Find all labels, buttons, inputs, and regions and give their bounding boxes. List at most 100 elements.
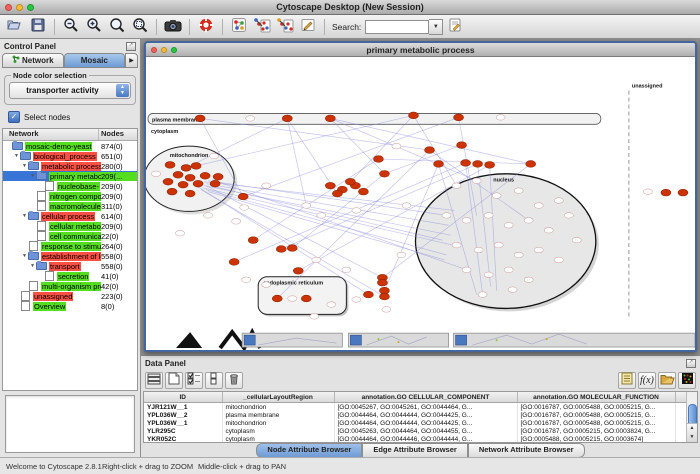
table-row[interactable]: YKR052Ccytoplasm[GO:0044464, GO:0044446,… [144, 435, 690, 443]
tree-row[interactable]: ▼biological_process651(0) [3, 151, 137, 161]
network-node-selected[interactable] [276, 246, 286, 253]
attribute-table-button[interactable] [145, 372, 163, 389]
network-node[interactable] [327, 302, 336, 308]
import-attributes-button[interactable] [658, 372, 676, 389]
snapshot-button[interactable] [162, 17, 184, 37]
network-node[interactable] [240, 205, 249, 211]
network-node[interactable] [484, 213, 493, 219]
tab-network-attribute-browser[interactable]: Network Attribute Browser [468, 443, 585, 458]
tree-row[interactable]: cell communicat22(0) [3, 231, 137, 241]
network-manager-button[interactable] [228, 17, 250, 37]
zoom-out-button[interactable] [60, 17, 82, 37]
network-node[interactable] [492, 193, 501, 199]
network-node[interactable] [514, 252, 523, 258]
select-attributes-button[interactable] [185, 372, 203, 389]
network-node-selected[interactable] [301, 295, 311, 302]
search-input[interactable] [365, 20, 429, 34]
network-node-selected[interactable] [661, 189, 671, 196]
network-node[interactable] [246, 116, 255, 122]
apply-layout-button[interactable] [251, 17, 273, 37]
table-row[interactable]: YJR121W__1mitochondrion[GO:0045267, GO:0… [144, 403, 690, 412]
plasma-membrane-region[interactable] [148, 113, 601, 124]
network-node-selected[interactable] [325, 115, 335, 122]
tree-row[interactable]: ▼transport558(0) [3, 261, 137, 271]
network-node[interactable] [462, 267, 471, 273]
network-node-selected[interactable] [473, 161, 483, 168]
network-node-selected[interactable] [358, 188, 368, 195]
network-node-selected[interactable] [678, 189, 688, 196]
network-node[interactable] [572, 237, 581, 243]
network-node[interactable] [204, 213, 213, 219]
network-node-selected[interactable] [181, 164, 191, 171]
network-node-selected[interactable] [165, 162, 175, 169]
network-node[interactable] [392, 143, 401, 149]
network-node-selected[interactable] [193, 180, 203, 187]
network-node[interactable] [474, 247, 483, 253]
network-node[interactable] [472, 178, 481, 184]
network-node[interactable] [317, 213, 326, 219]
save-session-button[interactable] [27, 17, 49, 37]
tree-row[interactable]: nitrogen compo209(0) [3, 191, 137, 201]
tree-row[interactable]: unassigned223(0) [3, 291, 137, 301]
network-node[interactable] [484, 272, 493, 278]
column-header-region[interactable]: _cellularLayoutRegion [222, 392, 334, 403]
background-window-bar[interactable] [348, 333, 448, 347]
network-node-selected[interactable] [425, 147, 435, 154]
network-node-selected[interactable] [178, 181, 188, 188]
network-node[interactable] [514, 188, 523, 194]
network-node[interactable] [524, 277, 533, 283]
zoom-in-button[interactable] [83, 17, 105, 37]
network-node-selected[interactable] [173, 171, 183, 178]
open-session-button[interactable] [4, 17, 26, 37]
node-color-dropdown[interactable]: transporter activity ▲▼ [9, 82, 131, 99]
network-node[interactable] [152, 171, 161, 177]
background-window-bar[interactable] [242, 333, 342, 347]
network-node-selected[interactable] [485, 162, 495, 169]
network-node-selected[interactable] [167, 188, 177, 195]
network-node[interactable] [210, 153, 219, 159]
network-node-selected[interactable] [191, 163, 201, 170]
network-node[interactable] [288, 296, 297, 302]
network-node[interactable] [402, 203, 411, 209]
new-attribute-button[interactable] [165, 372, 183, 389]
tree-column-nodes[interactable]: Nodes [99, 129, 137, 140]
tree-row[interactable]: Overview8(0) [3, 301, 137, 311]
network-node[interactable] [452, 242, 461, 248]
network-canvas[interactable]: plasma membrane cytoplasm mitochondrion … [146, 57, 695, 350]
network-node[interactable] [496, 115, 505, 121]
network-node[interactable] [442, 213, 451, 219]
network-node-selected[interactable] [377, 279, 387, 286]
network-node[interactable] [462, 218, 471, 224]
network-node[interactable] [262, 282, 271, 288]
tree-row[interactable]: ▼metabolic process280(0) [3, 161, 137, 171]
network-node[interactable] [352, 297, 361, 303]
network-node[interactable] [554, 257, 563, 263]
tab-overflow-button[interactable]: ▶ [125, 53, 138, 68]
tree-column-network[interactable]: Network [3, 129, 99, 140]
table-scrollbar[interactable]: ▲▼ [686, 392, 697, 442]
network-node[interactable] [302, 203, 311, 209]
help-button[interactable] [195, 17, 217, 37]
network-node[interactable] [262, 183, 271, 189]
network-node[interactable] [310, 314, 319, 320]
network-node-selected[interactable] [408, 112, 418, 119]
function-builder-button[interactable]: f(x) [638, 372, 656, 389]
table-scrollbar-arrows[interactable]: ▲▼ [687, 423, 697, 442]
column-header-molecular-function[interactable]: annotation.GO MOLECULAR_FUNCTION [517, 392, 675, 403]
network-node[interactable] [534, 247, 543, 253]
table-row[interactable]: YPL036W__2plasma membrane[GO:0044464, GO… [144, 411, 690, 419]
tab-network[interactable]: Network [2, 53, 64, 68]
nucleus-region[interactable] [415, 174, 595, 309]
network-node-selected[interactable] [282, 115, 292, 122]
network-node[interactable] [544, 227, 553, 233]
tree-row[interactable]: secretion41(0) [3, 271, 137, 281]
network-node[interactable] [232, 219, 241, 225]
heatmap-button[interactable] [678, 372, 696, 389]
network-node-selected[interactable] [185, 174, 195, 181]
network-node[interactable] [504, 267, 513, 273]
network-node-selected[interactable] [363, 291, 373, 298]
tree-row[interactable]: ▼cellular process614(0) [3, 211, 137, 221]
network-node-selected[interactable] [213, 173, 223, 180]
network-node[interactable] [382, 307, 391, 313]
network-node-selected[interactable] [195, 115, 205, 122]
